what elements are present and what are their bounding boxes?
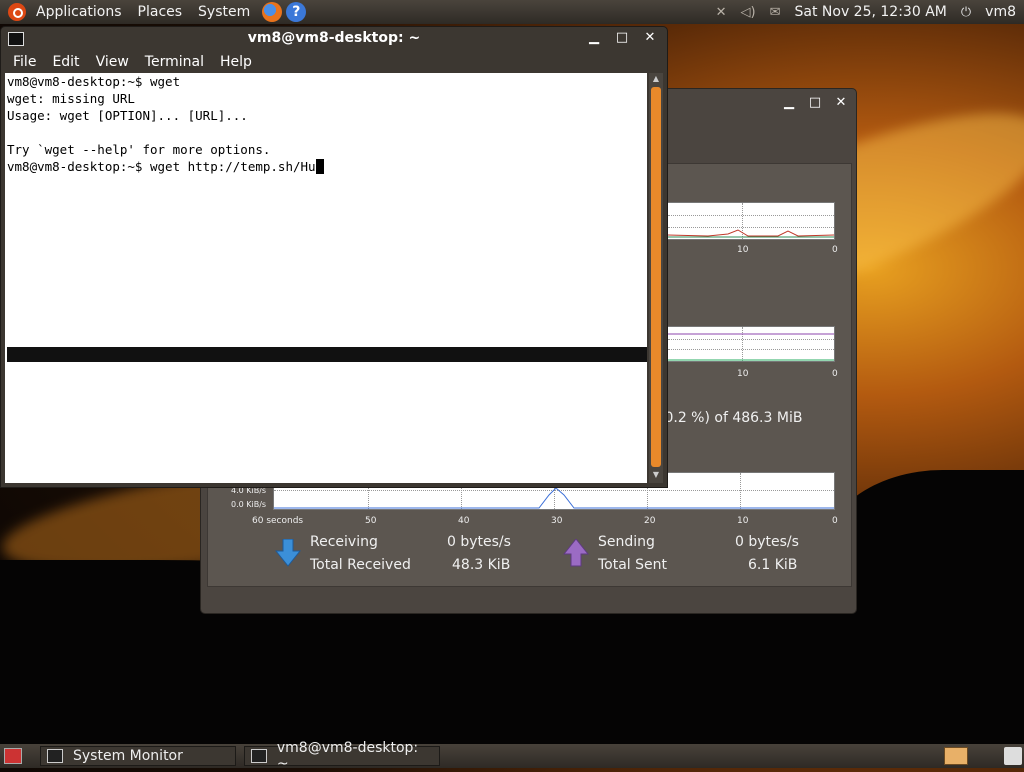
sending-arrow-icon bbox=[563, 539, 589, 567]
net-xtick: 50 bbox=[365, 516, 377, 526]
terminal-rendering-bar bbox=[7, 347, 647, 362]
text-cursor bbox=[315, 159, 324, 174]
receiving-arrow-icon bbox=[275, 539, 301, 567]
terminal-scrollbar[interactable]: ▲ ▼ bbox=[649, 73, 663, 483]
scroll-thumb[interactable] bbox=[651, 87, 661, 467]
places-menu[interactable]: Places bbox=[130, 4, 191, 20]
net-xtick: 20 bbox=[644, 516, 656, 526]
memory-history-graph bbox=[667, 326, 835, 362]
task-label: vm8@vm8-desktop: ~ bbox=[276, 740, 419, 772]
cpu-tick-10: 10 bbox=[737, 245, 749, 255]
total-sent-value: 6.1 KiB bbox=[748, 557, 798, 573]
clock[interactable]: Sat Nov 25, 12:30 AM bbox=[795, 4, 947, 20]
mail-icon[interactable]: ✉ bbox=[770, 5, 781, 20]
net-xtick: 10 bbox=[737, 516, 749, 526]
sending-label: Sending bbox=[598, 534, 655, 550]
terminal-line: Try `wget --help' for more options. bbox=[7, 142, 271, 157]
net-xtick: 0 bbox=[832, 516, 838, 526]
sending-value: 0 bytes/s bbox=[735, 534, 799, 550]
terminal-line: wget: missing URL bbox=[7, 91, 135, 106]
net-xtick: 60 seconds bbox=[252, 516, 304, 526]
power-icon[interactable]: ⏻ bbox=[961, 5, 971, 20]
help-launcher-icon[interactable]: ? bbox=[286, 2, 307, 22]
cpu-history-graph bbox=[667, 202, 835, 240]
terminal-window: vm8@vm8-desktop: ~ ▁ □ ✕ File Edit View … bbox=[0, 26, 668, 488]
net-xtick: 40 bbox=[458, 516, 470, 526]
user-menu[interactable]: vm8 bbox=[985, 4, 1016, 20]
mem-tick-0: 0 bbox=[832, 369, 838, 379]
maximize-icon[interactable]: □ bbox=[615, 30, 629, 45]
net-ytick-bottom: 0.0 KiB/s bbox=[231, 500, 267, 509]
maximize-icon[interactable]: □ bbox=[808, 95, 822, 110]
volume-icon[interactable]: ◁) bbox=[741, 5, 756, 20]
scroll-down-icon[interactable]: ▼ bbox=[651, 470, 661, 482]
top-panel: Applications Places System ? ✕ ◁) ✉ Sat … bbox=[0, 0, 1024, 24]
bottom-panel: System Monitor vm8@vm8-desktop: ~ bbox=[0, 740, 1024, 772]
applications-menu[interactable]: Applications bbox=[28, 4, 130, 20]
workspace-switcher[interactable] bbox=[944, 747, 968, 765]
close-icon[interactable]: ✕ bbox=[643, 30, 657, 45]
task-label: System Monitor bbox=[73, 748, 183, 764]
system-monitor-icon bbox=[47, 749, 63, 763]
network-icon[interactable]: ✕ bbox=[716, 5, 727, 20]
show-desktop-icon[interactable] bbox=[4, 748, 22, 764]
cpu-line bbox=[668, 229, 834, 238]
total-sent-label: Total Sent bbox=[598, 557, 668, 573]
close-icon[interactable]: ✕ bbox=[834, 95, 848, 110]
taskbar-terminal[interactable]: vm8@vm8-desktop: ~ bbox=[244, 740, 440, 772]
terminal-line: vm8@vm8-desktop:~$ wget bbox=[7, 74, 181, 89]
menu-help[interactable]: Help bbox=[212, 54, 260, 70]
total-received-label: Total Received bbox=[310, 557, 411, 573]
menu-edit[interactable]: Edit bbox=[44, 54, 87, 70]
cpu-tick-0: 0 bbox=[832, 245, 838, 255]
mem-tick-10: 10 bbox=[737, 369, 749, 379]
terminal-menubar: File Edit View Terminal Help bbox=[1, 51, 667, 73]
ubuntu-logo-icon[interactable] bbox=[8, 3, 26, 21]
taskbar-system-monitor[interactable]: System Monitor bbox=[40, 746, 236, 766]
receiving-value: 0 bytes/s bbox=[447, 534, 511, 550]
terminal-title: vm8@vm8-desktop: ~ bbox=[247, 30, 421, 46]
minimize-icon[interactable]: ▁ bbox=[587, 30, 601, 45]
minimize-icon[interactable]: ▁ bbox=[782, 95, 796, 110]
terminal-command-input[interactable]: vm8@vm8-desktop:~$ wget http://temp.sh/H… bbox=[7, 159, 316, 174]
firefox-launcher-icon[interactable] bbox=[262, 2, 283, 22]
menu-terminal[interactable]: Terminal bbox=[137, 54, 212, 70]
terminal-icon bbox=[251, 749, 267, 763]
scroll-up-icon[interactable]: ▲ bbox=[651, 74, 661, 86]
total-received-value: 48.3 KiB bbox=[452, 557, 511, 573]
system-menu[interactable]: System bbox=[190, 4, 258, 20]
menu-view[interactable]: View bbox=[88, 54, 137, 70]
swap-usage-text: (0.2 %) of 486.3 MiB bbox=[659, 410, 803, 426]
receiving-label: Receiving bbox=[310, 534, 378, 550]
net-xtick: 30 bbox=[551, 516, 563, 526]
system-tray: ✕ ◁) ✉ Sat Nov 25, 12:30 AM ⏻ vm8 bbox=[716, 4, 1024, 20]
memory-line bbox=[668, 333, 834, 361]
terminal-prompt-line[interactable]: vm8@vm8-desktop:~$ wget http://temp.sh/H… bbox=[5, 158, 647, 175]
terminal-line: Usage: wget [OPTION]... [URL]... bbox=[7, 108, 248, 123]
terminal-titlebar[interactable]: vm8@vm8-desktop: ~ ▁ □ ✕ bbox=[1, 27, 667, 51]
trash-icon[interactable] bbox=[1004, 747, 1022, 765]
menu-file[interactable]: File bbox=[5, 54, 44, 70]
terminal-output[interactable]: vm8@vm8-desktop:~$ wget wget: missing UR… bbox=[5, 73, 647, 483]
